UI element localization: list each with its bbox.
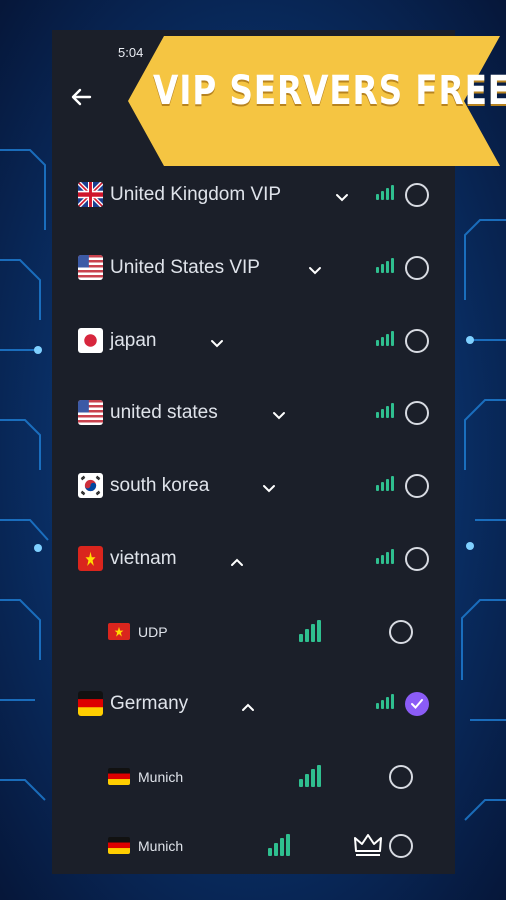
signal-strength-icon [376, 258, 394, 273]
germany-flag-icon [108, 837, 130, 854]
us-flag-icon [78, 255, 103, 280]
select-radio-button[interactable] [405, 183, 429, 207]
select-radio-button[interactable] [389, 620, 413, 644]
signal-strength-icon [268, 834, 290, 856]
japan-flag-icon [78, 328, 103, 353]
promo-banner-text: VIP SERVERS FREE [153, 68, 506, 114]
signal-strength-icon [376, 476, 394, 491]
select-radio-button[interactable] [389, 765, 413, 789]
select-radio-button[interactable] [405, 547, 429, 571]
server-row[interactable]: United States VIP [52, 248, 455, 288]
chevron-down-icon[interactable] [262, 481, 276, 493]
server-name: Germany [110, 693, 189, 714]
crown-icon [353, 833, 383, 857]
server-name: United Kingdom VIP [110, 184, 282, 205]
server-name: united states [110, 402, 218, 423]
server-name: japan [110, 330, 157, 351]
signal-strength-icon [376, 549, 394, 564]
chevron-down-icon[interactable] [210, 336, 224, 348]
chevron-down-icon[interactable] [308, 263, 322, 275]
server-row[interactable]: japan [52, 321, 455, 361]
select-radio-button[interactable] [405, 474, 429, 498]
server-location-row[interactable]: Munich [52, 757, 455, 797]
us-flag-icon [78, 400, 103, 425]
server-location-row[interactable]: Munich [52, 826, 455, 866]
back-arrow-icon[interactable] [66, 82, 96, 112]
signal-strength-icon [376, 403, 394, 418]
server-location-name: Munich [138, 838, 184, 854]
chevron-up-icon[interactable] [241, 699, 255, 711]
server-row[interactable]: Germany [52, 684, 455, 724]
germany-flag-icon [108, 768, 130, 785]
server-location-name: Munich [138, 769, 184, 785]
server-row[interactable]: south korea [52, 466, 455, 506]
server-row[interactable]: united states [52, 393, 455, 433]
chevron-down-icon[interactable] [272, 408, 286, 420]
uk-flag-icon [78, 182, 103, 207]
selected-radio-check-icon[interactable] [405, 692, 429, 716]
select-radio-button[interactable] [405, 256, 429, 280]
server-row[interactable]: vietnam [52, 539, 455, 579]
signal-strength-icon [376, 331, 394, 346]
select-radio-button[interactable] [405, 329, 429, 353]
germany-flag-icon [78, 691, 103, 716]
vietnam-flag-icon [108, 623, 130, 640]
select-radio-button[interactable] [405, 401, 429, 425]
server-name: south korea [110, 475, 210, 496]
signal-strength-icon [376, 694, 394, 709]
server-name: vietnam [110, 548, 177, 569]
signal-strength-icon [299, 620, 321, 642]
signal-strength-icon [299, 765, 321, 787]
server-location-row[interactable]: UDP [52, 612, 455, 652]
server-location-name: UDP [138, 624, 168, 640]
signal-strength-icon [376, 185, 394, 200]
server-name: United States VIP [110, 257, 260, 278]
chevron-up-icon[interactable] [230, 554, 244, 566]
server-row[interactable]: United Kingdom VIP [52, 175, 455, 215]
korea-flag-icon [78, 473, 103, 498]
chevron-down-icon[interactable] [335, 190, 349, 202]
vietnam-flag-icon [78, 546, 103, 571]
select-radio-button[interactable] [389, 834, 413, 858]
